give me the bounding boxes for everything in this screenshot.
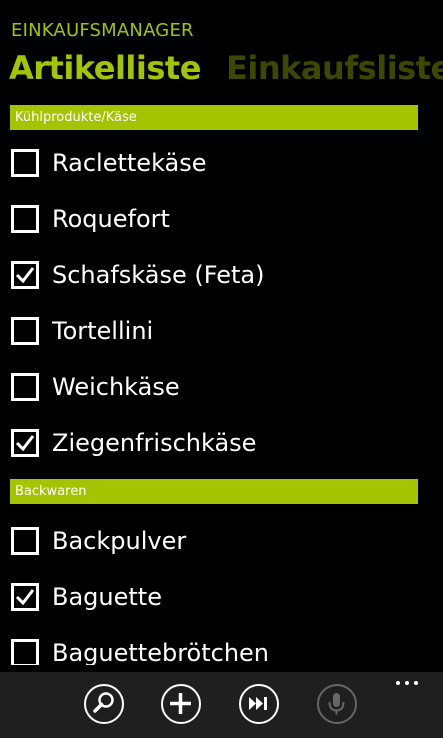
add-icon — [170, 693, 191, 714]
item-checkbox[interactable] — [11, 373, 39, 401]
list-item[interactable]: Roquefort — [0, 191, 443, 247]
list-item[interactable]: Ziegenfrischkäse — [0, 415, 443, 471]
item-checkbox[interactable] — [11, 639, 39, 665]
list-item[interactable]: Backpulver — [0, 513, 443, 569]
item-checkbox[interactable] — [11, 149, 39, 177]
microphone-icon — [328, 693, 345, 715]
item-list[interactable]: Kühlprodukte/Käse Raclettekäse Roquefort… — [0, 105, 443, 665]
item-label: Roquefort — [52, 205, 170, 233]
item-checkbox[interactable] — [11, 317, 39, 345]
item-label: Baguettebrötchen — [52, 639, 270, 665]
item-checkbox[interactable] — [11, 261, 39, 289]
item-label: Tortellini — [52, 317, 154, 345]
checkmark-icon — [15, 435, 35, 452]
item-label: Ziegenfrischkäse — [52, 429, 257, 457]
item-label: Schafskäse (Feta) — [52, 261, 265, 289]
microphone-button[interactable] — [317, 684, 357, 724]
tab-einkaufsliste[interactable]: Einkaufsliste — [226, 46, 443, 90]
item-label: Raclettekäse — [52, 149, 207, 177]
item-checkbox[interactable] — [11, 205, 39, 233]
search-button[interactable] — [84, 684, 124, 724]
tab-artikelliste[interactable]: Artikelliste — [9, 46, 201, 90]
checkmark-icon — [15, 267, 35, 284]
list-item[interactable]: Baguette — [0, 569, 443, 625]
search-icon — [93, 692, 114, 713]
item-label: Backpulver — [52, 527, 187, 555]
item-checkbox[interactable] — [11, 583, 39, 611]
list-item[interactable]: Tortellini — [0, 303, 443, 359]
item-label: Baguette — [52, 583, 162, 611]
list-item[interactable]: Raclettekäse — [0, 135, 443, 191]
item-label: Weichkäse — [52, 373, 180, 401]
application-bar — [0, 672, 443, 738]
ellipsis-icon[interactable] — [396, 678, 422, 688]
list-item[interactable]: Weichkäse — [0, 359, 443, 415]
list-item[interactable]: Baguettebrötchen — [0, 625, 443, 665]
pivot-header: Artikelliste Einkaufsliste — [9, 46, 443, 90]
group-header-backwaren: Backwaren — [10, 479, 418, 504]
checkmark-icon — [15, 589, 35, 606]
list-item[interactable]: Schafskäse (Feta) — [0, 247, 443, 303]
group-header-kuehlprodukte: Kühlprodukte/Käse — [10, 105, 418, 130]
item-checkbox[interactable] — [11, 429, 39, 457]
item-checkbox[interactable] — [11, 527, 39, 555]
add-button[interactable] — [161, 684, 201, 724]
app-title: EINKAUFSMANAGER — [11, 20, 194, 41]
next-button[interactable] — [239, 684, 279, 724]
next-icon — [249, 697, 267, 710]
